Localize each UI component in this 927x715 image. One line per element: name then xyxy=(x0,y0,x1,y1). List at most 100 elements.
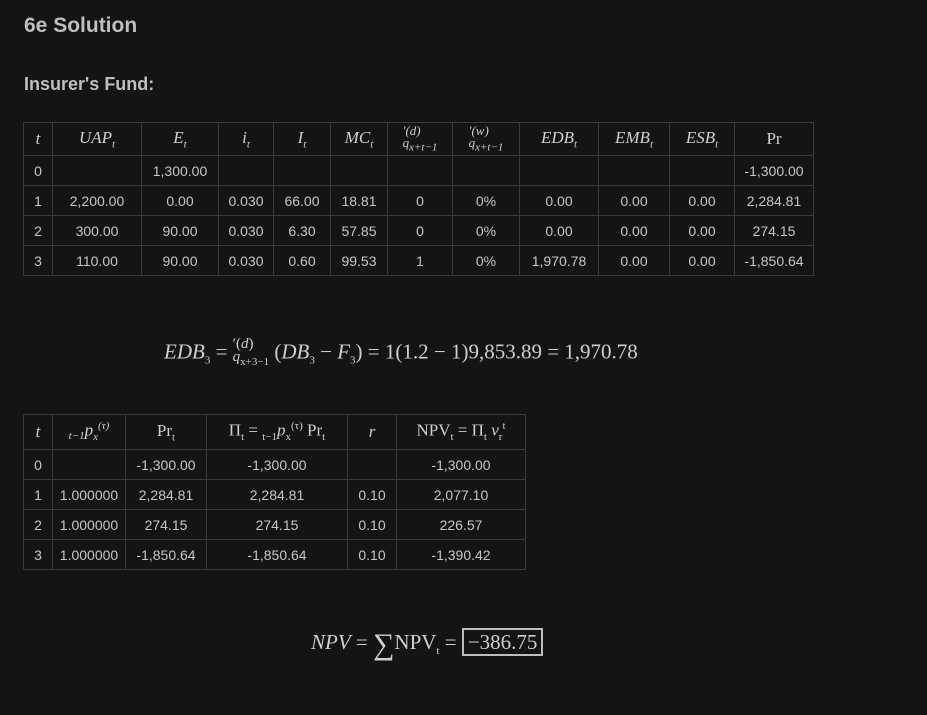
cell-uap: 110.00 xyxy=(52,245,142,276)
table-row: 1 1.000000 2,284.81 2,284.81 0.10 2,077.… xyxy=(23,479,526,510)
col-header-t: t xyxy=(23,414,53,450)
cell-i: 0.030 xyxy=(218,185,274,216)
col-header-mc: MCt xyxy=(330,122,388,156)
cell-survival xyxy=(52,449,126,480)
cell-r: 0.10 xyxy=(347,479,397,510)
col-header-r: r xyxy=(347,414,397,450)
table-header-row: t t−1px(τ) Prt Πt = t−1px(τ) Prt r NPVt … xyxy=(23,414,526,450)
cell-mc xyxy=(330,155,388,186)
cell-emb: 0.00 xyxy=(598,215,670,246)
col-header-pr: Prt xyxy=(125,414,207,450)
cell-survival: 1.000000 xyxy=(52,479,126,510)
cell-edb: 1,970.78 xyxy=(519,245,599,276)
cell-qd: 0 xyxy=(387,215,453,246)
cell-pi: -1,850.64 xyxy=(206,539,348,570)
cell-qd xyxy=(387,155,453,186)
cell-npv: -1,390.42 xyxy=(396,539,526,570)
cell-interest xyxy=(273,155,331,186)
cell-mc: 57.85 xyxy=(330,215,388,246)
cell-t: 0 xyxy=(23,449,53,480)
cell-interest: 66.00 xyxy=(273,185,331,216)
table-row: 3 1.000000 -1,850.64 -1,850.64 0.10 -1,3… xyxy=(23,539,526,570)
table-row: 3 110.00 90.00 0.030 0.60 99.53 1 0% 1,9… xyxy=(23,245,814,276)
cell-t: 1 xyxy=(23,185,53,216)
cell-qw: 0% xyxy=(452,215,520,246)
cell-pi: 274.15 xyxy=(206,509,348,540)
cell-survival: 1.000000 xyxy=(52,509,126,540)
cell-uap: 300.00 xyxy=(52,215,142,246)
cell-pr: -1,850.64 xyxy=(734,245,814,276)
cell-emb xyxy=(598,155,670,186)
edb-equation: EDB3 = ′(d) qx+3−1 (DB3 − F3) = 1(1.2 − 1… xyxy=(164,336,638,369)
cell-t: 2 xyxy=(23,215,53,246)
col-header-interest: It xyxy=(273,122,331,156)
cell-r: 0.10 xyxy=(347,509,397,540)
cell-pi: -1,300.00 xyxy=(206,449,348,480)
edb-equation-values: 1(1.2 − 1)9,853.89 = 1,970.78 xyxy=(384,339,638,364)
col-header-e: Et xyxy=(141,122,219,156)
table-row: 0 1,300.00 -1,300.00 xyxy=(23,155,814,186)
cell-npv: 226.57 xyxy=(396,509,526,540)
cell-t: 1 xyxy=(23,479,53,510)
cell-npv: 2,077.10 xyxy=(396,479,526,510)
col-header-pi: Πt = t−1px(τ) Prt xyxy=(206,414,348,450)
col-header-qw: ′(w) qx+t−1 xyxy=(452,122,520,156)
cell-interest: 6.30 xyxy=(273,215,331,246)
cell-qw: 0% xyxy=(452,245,520,276)
cell-pr: 274.15 xyxy=(734,215,814,246)
cell-uap xyxy=(52,155,142,186)
cell-i xyxy=(218,155,274,186)
cell-survival: 1.000000 xyxy=(52,539,126,570)
cell-npv: -1,300.00 xyxy=(396,449,526,480)
npv-equation: NPV = ∑NPVt = −386.75 xyxy=(311,628,544,662)
col-header-i: it xyxy=(218,122,274,156)
cell-edb: 0.00 xyxy=(519,215,599,246)
cell-emb: 0.00 xyxy=(598,185,670,216)
cell-qw: 0% xyxy=(452,185,520,216)
cell-qd: 1 xyxy=(387,245,453,276)
col-header-qd: ′(d) qx+t−1 xyxy=(387,122,453,156)
cell-uap: 2,200.00 xyxy=(52,185,142,216)
section-heading: Insurer's Fund: xyxy=(24,74,155,94)
cell-pr: 274.15 xyxy=(125,509,207,540)
npv-result: −386.75 xyxy=(461,628,544,656)
cell-i: 0.030 xyxy=(218,245,274,276)
table-row: 0 -1,300.00 -1,300.00 -1,300.00 xyxy=(23,449,526,480)
cell-e: 90.00 xyxy=(141,215,219,246)
cell-pr: 2,284.81 xyxy=(734,185,814,216)
cell-esb xyxy=(669,155,735,186)
cell-pr: -1,850.64 xyxy=(125,539,207,570)
cell-t: 3 xyxy=(23,245,53,276)
cell-pr: -1,300.00 xyxy=(734,155,814,186)
cell-t: 0 xyxy=(23,155,53,186)
npv-table: t t−1px(τ) Prt Πt = t−1px(τ) Prt r NPVt … xyxy=(23,414,526,570)
cell-e: 90.00 xyxy=(141,245,219,276)
insurer-fund-table: t UAPt Et it It MCt ′(d) qx+t−1 ′(w) qx+t−… xyxy=(23,122,814,276)
cell-edb: 0.00 xyxy=(519,185,599,216)
col-header-npv: NPVt = Πt vrt xyxy=(396,414,526,450)
cell-esb: 0.00 xyxy=(669,215,735,246)
col-header-esb: ESBt xyxy=(669,122,735,156)
table-header-row: t UAPt Et it It MCt ′(d) qx+t−1 ′(w) qx+t−… xyxy=(23,122,814,156)
cell-emb: 0.00 xyxy=(598,245,670,276)
col-header-emb: EMBt xyxy=(598,122,670,156)
col-header-edb: EDBt xyxy=(519,122,599,156)
page-title: 6e Solution xyxy=(24,14,138,37)
cell-e: 0.00 xyxy=(141,185,219,216)
col-header-pr: Pr xyxy=(734,122,814,156)
cell-esb: 0.00 xyxy=(669,245,735,276)
cell-interest: 0.60 xyxy=(273,245,331,276)
cell-mc: 18.81 xyxy=(330,185,388,216)
cell-r: 0.10 xyxy=(347,539,397,570)
cell-t: 2 xyxy=(23,509,53,540)
cell-i: 0.030 xyxy=(218,215,274,246)
cell-pr: 2,284.81 xyxy=(125,479,207,510)
cell-t: 3 xyxy=(23,539,53,570)
cell-pi: 2,284.81 xyxy=(206,479,348,510)
table-row: 2 300.00 90.00 0.030 6.30 57.85 0 0% 0.0… xyxy=(23,215,814,246)
col-header-survival: t−1px(τ) xyxy=(52,414,126,450)
cell-esb: 0.00 xyxy=(669,185,735,216)
cell-mc: 99.53 xyxy=(330,245,388,276)
cell-qw xyxy=(452,155,520,186)
col-header-t: t xyxy=(23,122,53,156)
